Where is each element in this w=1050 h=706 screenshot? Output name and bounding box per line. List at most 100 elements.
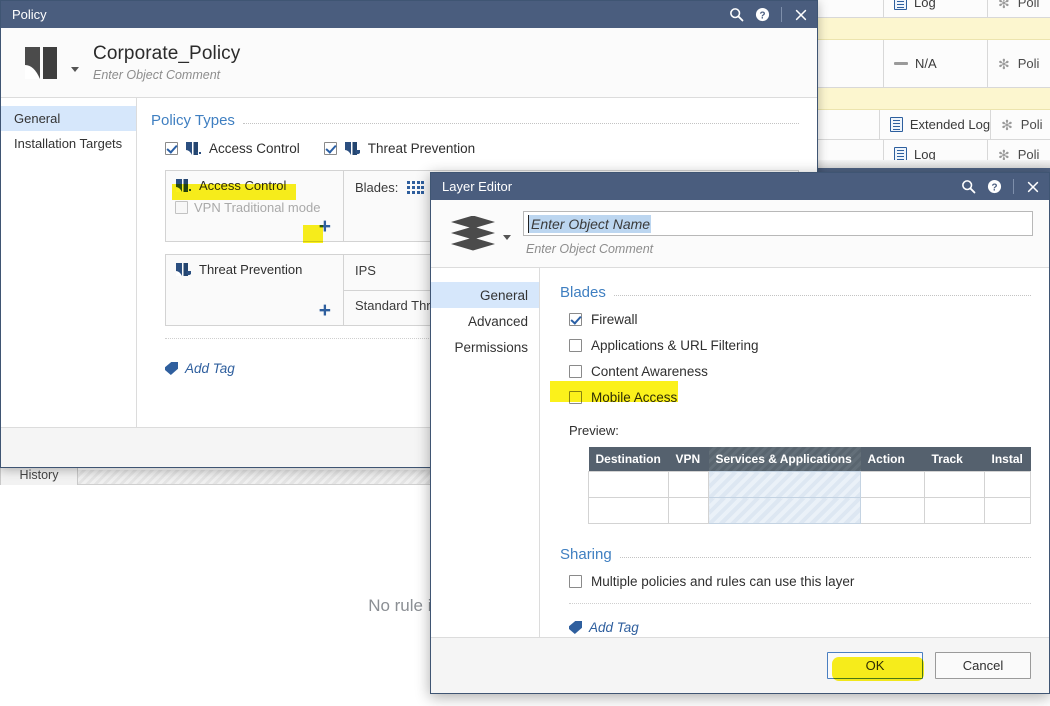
chevron-down-icon[interactable] xyxy=(71,67,79,72)
screen-root: Log✻PoliN/A✻PoliExtended Log✻PoliLog✻Pol… xyxy=(0,0,1050,706)
help-icon[interactable]: ? xyxy=(754,6,771,23)
policy-object-text: Corporate_Policy Enter Object Comment xyxy=(93,43,240,82)
table-row[interactable]: Extended Log ✻ Poli xyxy=(812,110,1050,140)
install-on-value: Poli xyxy=(1018,0,1040,10)
policy-types-title: Policy Types xyxy=(151,112,235,129)
chevron-down-icon[interactable] xyxy=(503,235,511,240)
blade-label: Firewall xyxy=(591,312,638,327)
sharing-dotted-rule xyxy=(620,557,1031,558)
asterisk-icon: ✻ xyxy=(998,0,1010,10)
preview-col-instal: Instal xyxy=(985,447,1031,472)
table-row[interactable] xyxy=(812,88,1050,110)
rule-cell-track: Extended Log xyxy=(880,110,991,139)
policy-type-access-control[interactable]: Access Control xyxy=(165,141,300,156)
sharing-section: Sharing xyxy=(560,546,1031,563)
help-icon[interactable]: ? xyxy=(986,178,1003,195)
multiple-policies-label: Multiple policies and rules can use this… xyxy=(591,574,854,589)
policy-object-header: Corporate_Policy Enter Object Comment xyxy=(1,28,817,98)
policy-add-tag-label: Add Tag xyxy=(185,361,235,376)
blade-checkbox[interactable] xyxy=(569,313,582,326)
layer-name-input[interactable]: Enter Object Name xyxy=(523,211,1033,236)
blade-row-firewall[interactable]: Firewall xyxy=(560,312,1031,327)
blade-checkbox[interactable] xyxy=(569,339,582,352)
blades-section: Blades xyxy=(560,284,1031,301)
layer-object-comment[interactable]: Enter Object Comment xyxy=(523,242,1033,256)
search-icon[interactable] xyxy=(728,6,745,23)
blade-label: Mobile Access xyxy=(591,390,677,405)
section-dotted-rule xyxy=(243,123,799,124)
layer-body: GeneralAdvancedPermissions Blades Firewa… xyxy=(431,268,1049,664)
close-icon[interactable] xyxy=(1024,178,1041,195)
vpn-traditional-checkbox[interactable] xyxy=(175,201,188,214)
vpn-traditional-row[interactable]: VPN Traditional mode xyxy=(175,200,334,215)
preview-label: Preview: xyxy=(569,423,1031,438)
track-value: N/A xyxy=(915,56,937,71)
layer-nav-item-advanced[interactable]: Advanced xyxy=(431,308,539,334)
layer-footer: OK Cancel xyxy=(431,637,1049,693)
sharing-section-title: Sharing xyxy=(560,546,612,563)
blade-row-applications-url-filtering[interactable]: Applications & URL Filtering xyxy=(560,338,1031,353)
policy-object-comment[interactable]: Enter Object Comment xyxy=(93,68,240,82)
table-row[interactable]: Log ✻ Poli xyxy=(812,0,1050,18)
cancel-button[interactable]: Cancel xyxy=(935,652,1031,679)
ok-button[interactable]: OK xyxy=(827,652,923,679)
blade-checkbox[interactable] xyxy=(569,391,582,404)
threat-card-title-row: Threat Prevention xyxy=(175,262,334,277)
policy-type-checkbox[interactable] xyxy=(324,142,337,155)
policy-type-threat-prevention[interactable]: Threat Prevention xyxy=(324,141,475,156)
log-icon xyxy=(894,0,907,10)
preview-cell xyxy=(985,498,1031,524)
track-value: Log xyxy=(914,0,936,10)
preview-col-services-applications: Services & Applications xyxy=(709,447,861,472)
asterisk-icon: ✻ xyxy=(1001,118,1013,132)
policy-nav-item-general[interactable]: General xyxy=(1,106,136,131)
add-threat-layer-button[interactable]: + xyxy=(319,300,331,321)
policy-object-name: Corporate_Policy xyxy=(93,43,240,65)
close-icon[interactable] xyxy=(792,6,809,23)
track-value: Extended Log xyxy=(910,117,990,132)
access-control-icon xyxy=(175,178,192,193)
table-row[interactable]: N/A✻Poli xyxy=(812,40,1050,88)
add-access-layer-button[interactable]: + xyxy=(319,216,331,237)
install-on-value: Poli xyxy=(1021,117,1043,132)
preview-cell xyxy=(669,498,709,524)
policy-type-icon xyxy=(344,141,361,156)
grid-dots-icon[interactable] xyxy=(407,181,424,193)
policy-nav-item-installation-targets[interactable]: Installation Targets xyxy=(1,131,136,156)
blade-checkbox[interactable] xyxy=(569,365,582,378)
blades-checkbox-list: Firewall Applications & URL Filtering Cont… xyxy=(560,312,1031,405)
preview-col-action: Action xyxy=(861,447,925,472)
preview-cell xyxy=(861,472,925,498)
policy-type-label: Access Control xyxy=(209,141,300,156)
sharing-checkbox-row[interactable]: Multiple policies and rules can use this… xyxy=(569,574,1031,589)
preview-cell xyxy=(589,498,669,524)
policy-window-title: Policy xyxy=(12,7,728,22)
tag-icon xyxy=(569,621,582,634)
svg-text:?: ? xyxy=(759,10,765,21)
rule-cell-left xyxy=(812,110,880,139)
layers-stack-icon xyxy=(451,214,497,254)
policy-type-checkbox[interactable] xyxy=(165,142,178,155)
blade-row-content-awareness[interactable]: Content Awareness xyxy=(560,364,1031,379)
policy-type-label: Threat Prevention xyxy=(368,141,475,156)
multiple-policies-checkbox[interactable] xyxy=(569,575,582,588)
vpn-traditional-label: VPN Traditional mode xyxy=(194,200,320,215)
policy-titlebar-icons: ? xyxy=(728,6,809,23)
layer-nav-item-permissions[interactable]: Permissions xyxy=(431,334,539,360)
preview-cell xyxy=(925,498,985,524)
access-card-title: Access Control xyxy=(199,178,286,193)
policy-left-nav: GeneralInstallation Targets xyxy=(1,98,137,438)
preview-table-row xyxy=(589,498,1031,524)
blade-row-mobile-access[interactable]: Mobile Access xyxy=(560,390,1031,405)
layer-add-tag-button[interactable]: Add Tag xyxy=(569,620,1031,635)
policy-types-section: Policy Types xyxy=(151,112,799,129)
rule-cell-track: Log xyxy=(884,0,988,17)
search-icon[interactable] xyxy=(960,178,977,195)
layer-nav-item-general[interactable]: General xyxy=(431,282,539,308)
policy-types-checkboxes: Access Control Threat Prevention xyxy=(165,141,799,156)
rule-cell-track: N/A xyxy=(884,40,988,87)
titlebar-separator xyxy=(781,7,782,22)
blade-label: Content Awareness xyxy=(591,364,708,379)
access-card-title-row: Access Control xyxy=(175,178,334,193)
table-row[interactable] xyxy=(812,18,1050,40)
